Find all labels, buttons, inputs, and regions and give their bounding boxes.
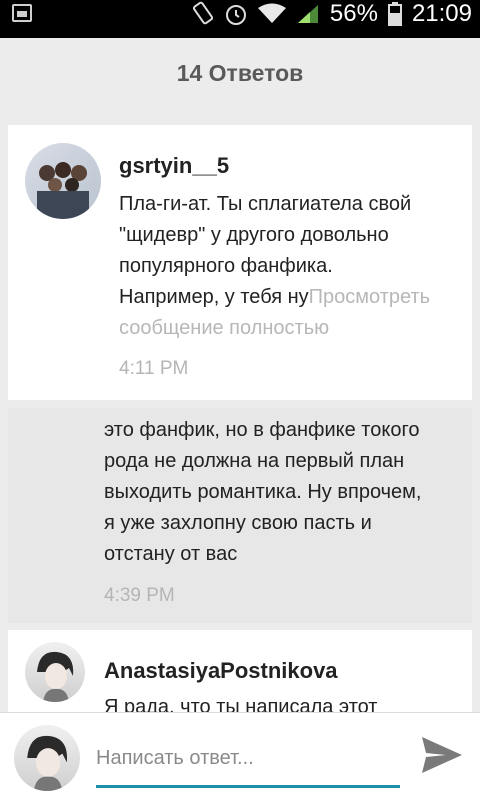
battery-icon <box>387 2 402 26</box>
comment-time: 4:39 PM <box>104 585 175 606</box>
signal-icon <box>297 5 318 23</box>
message-line: популярного фанфика. <box>119 255 333 277</box>
comment-username[interactable]: gsrtyin__5 <box>119 153 229 179</box>
message-line: я уже захлопну свою пасть и <box>104 512 372 534</box>
message-line: это фанфик, но в фанфике токого <box>104 419 420 441</box>
comment-card[interactable]: gsrtyin__5 Пла-ги-ат. Ты сплагиатела сво… <box>8 125 472 400</box>
message-line: отстану от вас <box>104 543 238 565</box>
reply-input[interactable] <box>96 746 396 770</box>
comment-message: это фанфик, но в фанфике токого рода не … <box>104 415 464 570</box>
clock: 21:09 <box>411 0 472 27</box>
page-title: 14 Ответов <box>176 60 304 86</box>
status-bar: 56% 21:09 <box>0 0 480 38</box>
reply-input-underline <box>96 785 400 788</box>
alarm-icon <box>225 5 246 25</box>
comment-time: 4:11 PM <box>119 358 189 379</box>
send-icon[interactable] <box>420 735 464 775</box>
avatar[interactable] <box>25 642 85 702</box>
reply-bar <box>0 712 480 801</box>
battery-percent: 56% <box>329 0 378 27</box>
comment-username[interactable]: AnastasiyaPostnikova <box>104 658 338 684</box>
view-full-message-link[interactable]: Просмотреть <box>309 286 430 308</box>
message-line: Пла-ги-ат. Ты сплагиатела свой <box>119 193 412 215</box>
image-icon <box>12 4 32 22</box>
view-full-message-link[interactable]: сообщение полностью <box>119 313 464 344</box>
comment-card[interactable]: AnastasiyaPostnikova Я рада, что ты напи… <box>8 630 472 720</box>
message-line: "щидевр" у другого довольно <box>119 224 389 246</box>
battery-saver-icon <box>192 1 213 25</box>
message-line: выходить романтика. Ну впрочем, <box>104 481 422 503</box>
header: 14 Ответов <box>0 38 480 118</box>
message-text: Например, у тебя ну <box>119 286 309 308</box>
message-line: рода не должна на первый план <box>104 450 405 472</box>
comment-card[interactable]: это фанфик, но в фанфике токого рода не … <box>8 408 472 623</box>
wifi-icon <box>257 3 286 23</box>
message-line: Например, у тебя нуПросмотреть <box>119 282 464 313</box>
comment-message: Пла-ги-ат. Ты сплагиатела свой "щидевр" … <box>119 189 464 344</box>
avatar[interactable] <box>25 143 101 219</box>
user-avatar <box>14 725 80 791</box>
